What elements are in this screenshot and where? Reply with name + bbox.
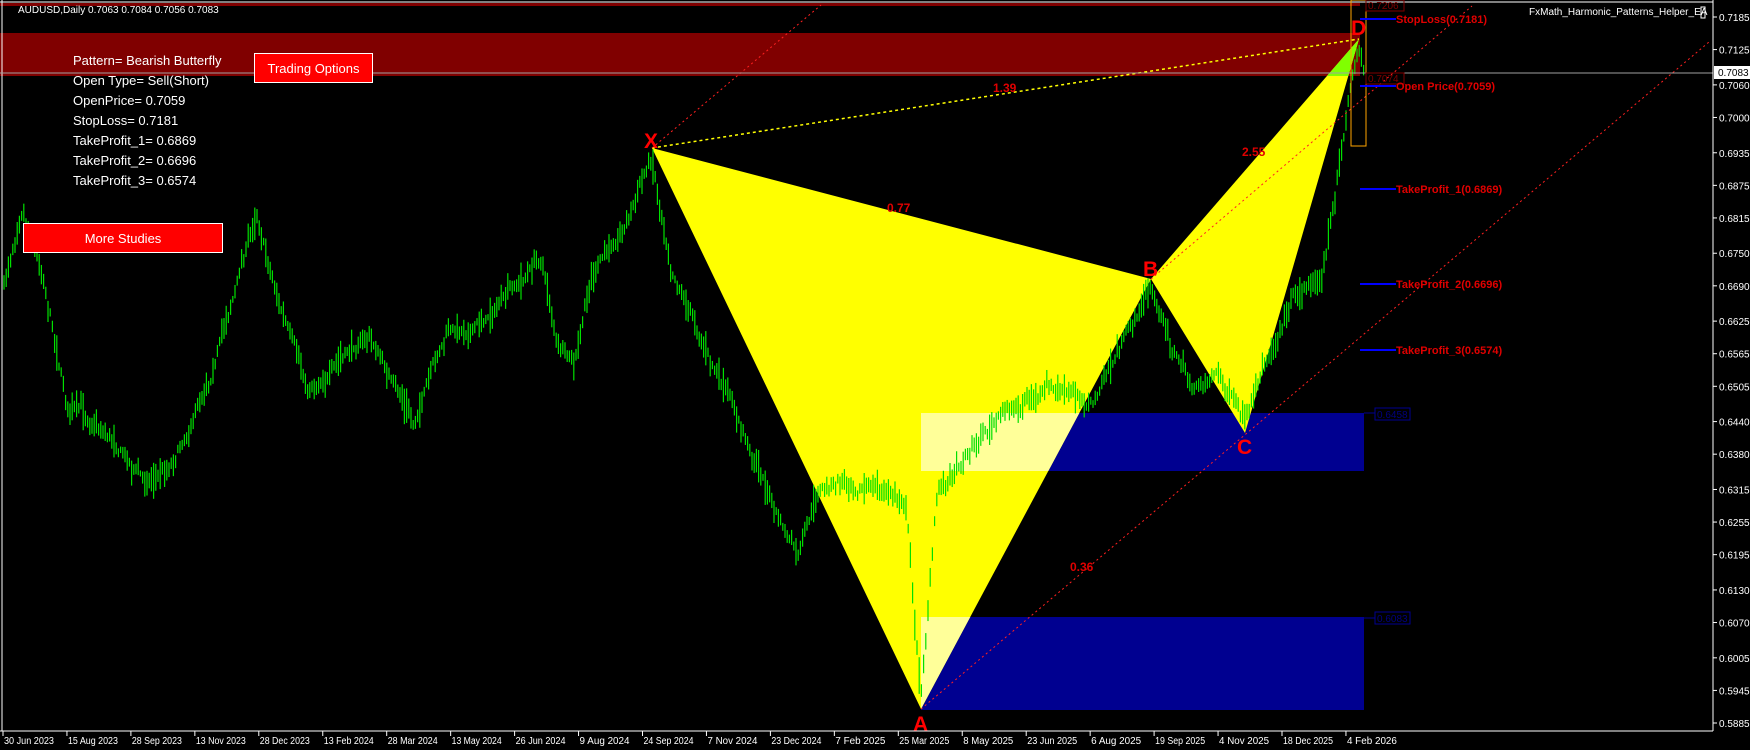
price-tick-label: 0.7060 [1719,81,1750,92]
ratio-bd: 2.55 [1242,145,1266,159]
point-c-label: C [1237,436,1252,459]
price-tick-label: 0.6440 [1719,418,1750,429]
time-tick-label: 30 Jun 2023 [4,736,54,747]
time-tick-label: 13 Nov 2023 [196,736,246,747]
info-stop-loss: StopLoss= 0.7181 [73,113,179,128]
info-tp3: TakeProfit_3= 0.6574 [73,173,197,188]
price-tick-label: 0.6875 [1719,181,1750,192]
stop-loss-label: StopLoss(0.7181) [1396,14,1487,26]
time-tick-label: 13 May 2024 [452,736,502,747]
time-tick-label: 7 Nov 2024 [707,736,757,747]
point-d-label: D [1351,17,1366,40]
price-tick-label: 0.6625 [1719,317,1750,328]
time-tick-label: 25 Mar 2025 [899,736,949,747]
price-tick-label: 0.6005 [1719,654,1750,665]
point-b-label: B [1143,258,1158,281]
time-axis[interactable]: 30 Jun 2023 15 Aug 2023 28 Sep 2023 13 Nov … [2,731,1397,747]
ea-name: FxMath_Harmonic_Patterns_Helper_EA [1529,7,1708,18]
price-tick-label: 0.5945 [1719,686,1750,697]
time-tick-label: 19 Sep 2025 [1155,736,1205,747]
upper-top-label: 0.7206 [1368,1,1399,12]
point-a-label: A [913,713,928,736]
price-tick-label: 0.7125 [1719,46,1750,57]
time-tick-label: 4 Nov 2025 [1219,736,1269,747]
time-tick-label: 9 Aug 2024 [580,736,630,747]
price-tick-label: 0.6815 [1719,214,1750,225]
time-tick-label: 24 Sep 2024 [644,736,694,747]
time-tick-label: 28 Mar 2024 [388,736,438,747]
ratio-xb: 0.77 [887,201,911,215]
info-tp2: TakeProfit_2= 0.6696 [73,153,197,168]
time-tick-label: 28 Dec 2023 [260,736,310,747]
price-tick-label: 0.6195 [1719,551,1750,562]
time-tick-label: 13 Feb 2024 [324,736,374,747]
tp1-level[interactable]: TakeProfit_1(0.6869) [1360,184,1503,196]
price-tick-label: 0.7185 [1719,13,1750,24]
price-tick-label: 0.6690 [1719,282,1750,293]
time-tick-label: 26 Jun 2024 [516,736,566,747]
trading-options-button[interactable]: Trading Options [254,53,373,83]
price-tick-label: 0.5885 [1719,719,1750,730]
current-price-label: 0.7083 [1718,68,1749,79]
point-x-label: X [644,130,658,153]
time-tick-label: 15 Aug 2023 [68,736,118,747]
price-axis[interactable]: 0.7185 0.7125 0.7060 0.7000 0.6935 0.6875 0.68… [1713,13,1750,730]
time-tick-label: 4 Feb 2026 [1347,736,1397,747]
more-studies-button[interactable]: More Studies [23,223,223,253]
time-tick-label: 7 Feb 2025 [835,736,885,747]
time-tick-label: 23 Jun 2025 [1027,736,1077,747]
price-tick-label: 0.7000 [1719,113,1750,124]
ratio-ac: 0.36 [1070,560,1094,574]
time-tick-label: 6 Aug 2025 [1091,736,1141,747]
tp2-label: TakeProfit_2(0.6696) [1396,279,1503,291]
time-tick-label: 28 Sep 2023 [132,736,182,747]
price-tick-label: 0.6070 [1719,619,1750,630]
price-chart[interactable]: 0.7206 0.7074 0.6458 0.6083 StopLoss(0.7… [0,0,1750,750]
info-open-type: Open Type= Sell(Short) [73,73,209,88]
box1-label: 0.6458 [1377,410,1408,421]
time-tick-label: 8 May 2025 [963,736,1013,747]
tp3-label: TakeProfit_3(0.6574) [1396,345,1503,357]
price-tick-label: 0.6565 [1719,350,1750,361]
price-tick-label: 0.6130 [1719,586,1750,597]
time-tick-label: 18 Dec 2025 [1283,736,1333,747]
ratio-xd: 1.39 [993,81,1017,95]
box2-label: 0.6083 [1377,614,1408,625]
symbol-info: AUDUSD,Daily 0.7063 0.7084 0.7056 0.7083 [18,5,219,16]
target-zone-2 [921,617,1364,710]
info-open-price: OpenPrice= 0.7059 [73,93,186,108]
info-pattern: Pattern= Bearish Butterfly [73,53,222,68]
tp3-level[interactable]: TakeProfit_3(0.6574) [1360,345,1503,357]
price-tick-label: 0.6380 [1719,450,1750,461]
open-price-label: Open Price(0.7059) [1396,81,1495,93]
price-tick-label: 0.6315 [1719,485,1750,496]
stop-loss-level[interactable]: StopLoss(0.7181) [1360,14,1487,26]
time-tick-label: 23 Dec 2024 [771,736,821,747]
tp2-level[interactable]: TakeProfit_2(0.6696) [1360,279,1503,291]
price-tick-label: 0.6505 [1719,382,1750,393]
price-tick-label: 0.6255 [1719,518,1750,529]
price-tick-label: 0.6750 [1719,249,1750,260]
upper-bottom-label: 0.7074 [1368,74,1399,85]
price-tick-label: 0.6935 [1719,149,1750,160]
info-tp1: TakeProfit_1= 0.6869 [73,133,197,148]
tp1-label: TakeProfit_1(0.6869) [1396,184,1503,196]
